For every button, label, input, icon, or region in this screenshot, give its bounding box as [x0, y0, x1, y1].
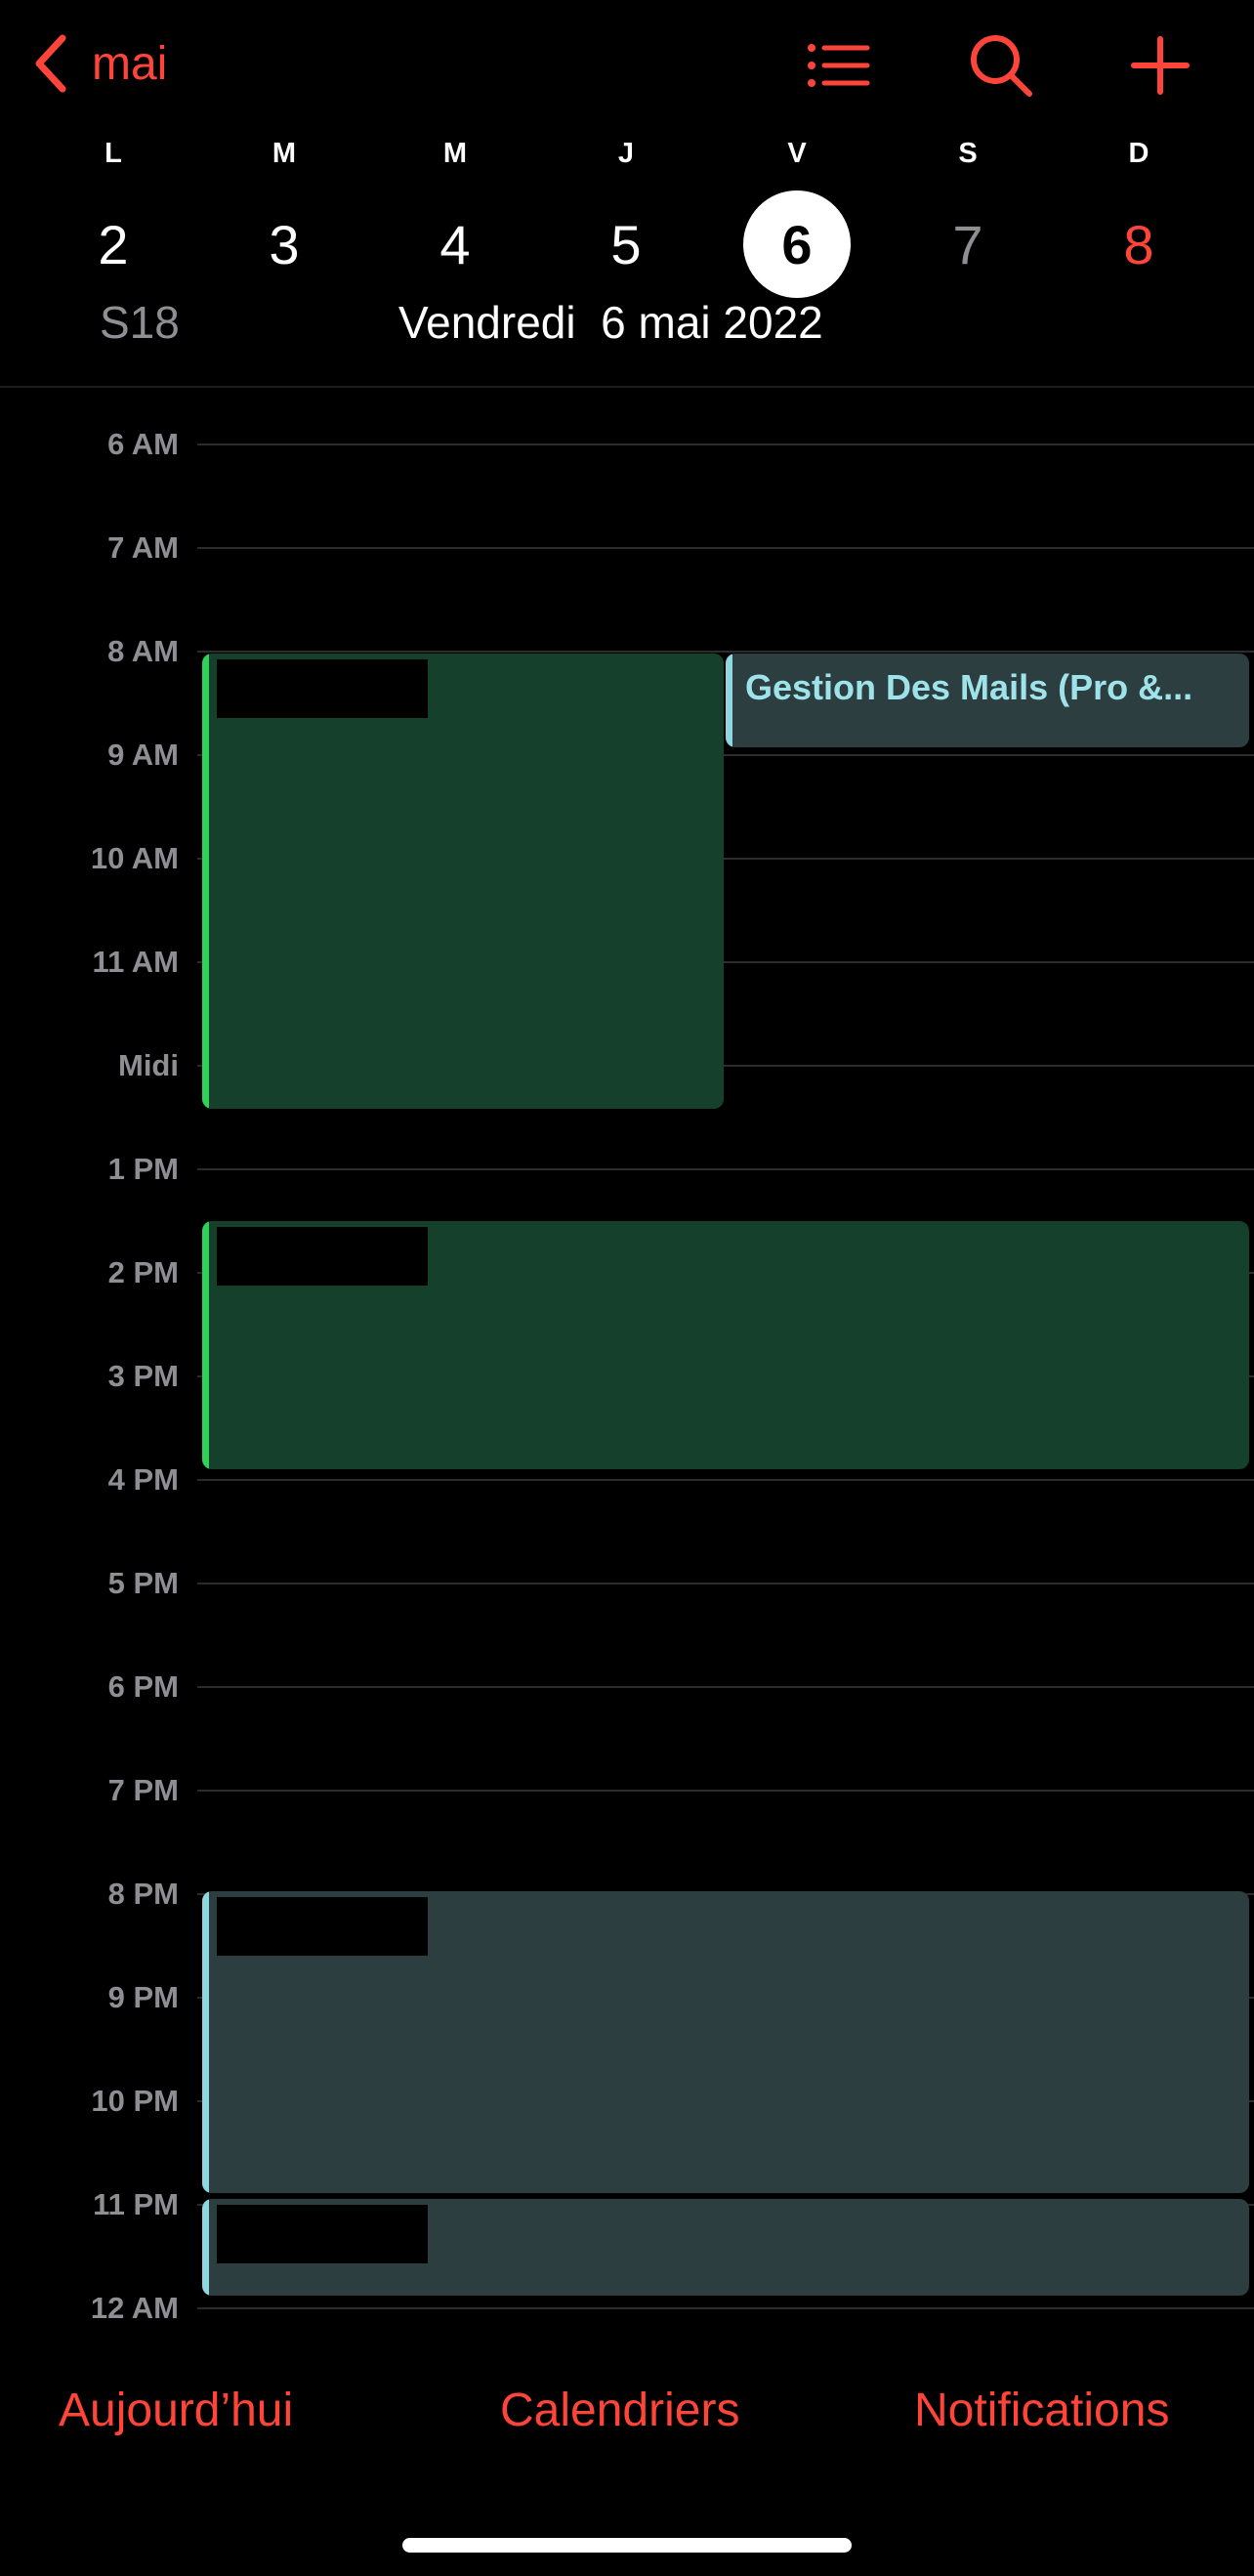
week-strip: L M M J V S D 2 3 4 5 6 7 8 S18 Vendredi… [0, 132, 1254, 386]
day-4[interactable]: 4 [401, 190, 509, 298]
hour-label: 10 AM [90, 841, 179, 875]
weekday-letter-mon: L [104, 138, 122, 169]
hour-row: 7 PM [0, 1771, 1254, 1810]
bottom-toolbar: Aujourd’hui Calendriers Notifications [0, 2364, 1254, 2462]
hour-gridline [197, 1686, 1254, 1688]
hour-label: 6 PM [107, 1669, 179, 1704]
event-teal-night[interactable] [202, 2199, 1249, 2296]
redacted-event-title [217, 1897, 428, 1956]
hour-gridline [197, 443, 1254, 445]
home-indicator[interactable] [402, 2538, 852, 2553]
back-label: mai [92, 37, 168, 90]
event-color-bar [202, 2199, 209, 2296]
hour-gridline [197, 547, 1254, 549]
event-color-bar [202, 1891, 209, 2193]
weekday-letter-sun: D [1128, 138, 1150, 169]
list-icon [808, 44, 870, 87]
navigation-bar: mai [0, 0, 1254, 137]
hour-row: 1 PM [0, 1150, 1254, 1189]
day-7[interactable]: 7 [914, 190, 1022, 298]
hour-label: 11 AM [92, 945, 179, 979]
weekday-letter-wed: M [442, 138, 468, 169]
hour-label: 7 AM [107, 530, 179, 565]
event-green-afternoon[interactable] [202, 1221, 1249, 1469]
hour-gridline [197, 1168, 1254, 1170]
hour-label: 3 PM [107, 1359, 179, 1393]
day-2[interactable]: 2 [60, 190, 167, 298]
event-color-bar [202, 1221, 209, 1469]
redacted-event-title [217, 2205, 428, 2263]
redacted-event-title [217, 1227, 428, 1286]
day-5[interactable]: 5 [572, 190, 680, 298]
search-button[interactable] [962, 29, 1040, 102]
notifications-button[interactable]: Notifications [914, 2384, 1169, 2437]
hour-label: 6 AM [107, 427, 179, 461]
event-title: Gestion Des Mails (Pro &... [745, 667, 1193, 707]
hour-label: 5 PM [107, 1566, 179, 1600]
day-timeline: 6 AM 7 AM 8 AM 9 AM 10 AM 11 AM Midi 1 P… [0, 389, 1254, 2343]
plus-icon [1131, 36, 1190, 95]
hour-gridline [197, 651, 1254, 653]
hour-label: 2 PM [107, 1255, 179, 1289]
header-divider [0, 386, 1254, 388]
hour-label: 9 AM [107, 738, 179, 772]
today-button[interactable]: Aujourd’hui [59, 2384, 293, 2437]
day-3[interactable]: 3 [230, 190, 338, 298]
hour-label: 12 AM [90, 2291, 179, 2325]
weekday-letter-fri: V [787, 138, 807, 169]
search-icon [971, 35, 1032, 97]
event-green-morning[interactable] [202, 654, 724, 1109]
event-color-bar [726, 654, 732, 747]
hour-label: 1 PM [107, 1152, 179, 1186]
event-teal-evening[interactable] [202, 1891, 1249, 2193]
hour-gridline [197, 2307, 1254, 2309]
weekday-letter-thu: J [617, 138, 635, 169]
hour-gridline [197, 1583, 1254, 1584]
selected-date-label: Vendredi 6 mai 2022 [398, 297, 823, 348]
chevron-left-icon [35, 34, 66, 93]
day-8[interactable]: 8 [1085, 190, 1192, 298]
hour-row: 5 PM [0, 1564, 1254, 1603]
day-6-selected[interactable]: 6 [743, 190, 851, 298]
hour-gridline [197, 1790, 1254, 1792]
weekday-letter-tue: M [272, 138, 297, 169]
add-event-button[interactable] [1121, 29, 1199, 102]
list-view-button[interactable] [798, 29, 876, 102]
hour-label: 4 PM [107, 1462, 179, 1497]
hour-label: Midi [118, 1048, 179, 1082]
hour-label: 8 AM [107, 634, 179, 668]
back-button[interactable]: mai [29, 29, 167, 98]
hour-gridline [197, 1479, 1254, 1481]
event-color-bar [202, 654, 209, 1109]
hour-label: 8 PM [107, 1877, 179, 1911]
weekday-letter-sat: S [958, 138, 978, 169]
hour-label: 7 PM [107, 1773, 179, 1807]
week-number: S18 [100, 297, 180, 348]
event-mail-management[interactable]: Gestion Des Mails (Pro &... [726, 654, 1249, 747]
hour-row: 6 AM [0, 425, 1254, 464]
hour-label: 11 PM [93, 2187, 179, 2221]
redacted-event-title [217, 659, 428, 718]
calendars-button[interactable]: Calendriers [500, 2384, 739, 2437]
hour-row: 6 PM [0, 1668, 1254, 1707]
hour-label: 9 PM [107, 1980, 179, 2014]
hour-label: 10 PM [91, 2084, 179, 2118]
hour-row: 7 AM [0, 528, 1254, 568]
